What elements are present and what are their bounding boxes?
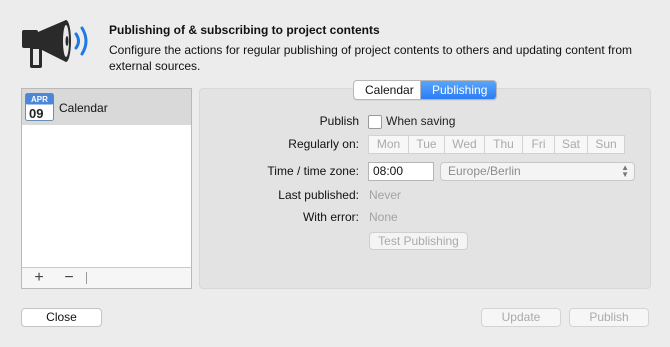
svg-text:APR: APR — [31, 95, 48, 104]
dialog-title: Publishing of & subscribing to project c… — [109, 23, 380, 37]
dialog-description: Configure the actions for regular publis… — [109, 43, 632, 73]
time-field[interactable]: 08:00 — [368, 162, 434, 181]
test-publishing-button[interactable]: Test Publishing — [369, 232, 468, 250]
publish-button[interactable]: Publish — [569, 308, 649, 327]
time-label: Time / time zone: — [267, 164, 359, 178]
regularly-on-label: Regularly on: — [288, 137, 359, 151]
publish-label: Publish — [319, 114, 359, 128]
weekday-selector: Mon Tue Wed Thu Fri Sat Sun — [368, 135, 625, 154]
day-sun[interactable]: Sun — [587, 135, 625, 154]
day-tue[interactable]: Tue — [408, 135, 445, 154]
when-saving-label[interactable]: When saving — [386, 114, 455, 128]
calendar-icon: APR 09 — [25, 93, 54, 121]
day-mon[interactable]: Mon — [368, 135, 409, 154]
timezone-select[interactable]: Europe/Berlin ▲ ▼ — [440, 162, 635, 181]
day-wed[interactable]: Wed — [444, 135, 485, 154]
megaphone-icon — [22, 20, 88, 68]
add-button[interactable]: + — [28, 269, 50, 287]
timezone-value: Europe/Berlin — [448, 164, 521, 178]
close-button[interactable]: Close — [21, 308, 102, 327]
day-thu[interactable]: Thu — [484, 135, 523, 154]
list-item-calendar[interactable]: APR 09 Calendar — [22, 89, 191, 125]
update-button[interactable]: Update — [481, 308, 561, 327]
day-fri[interactable]: Fri — [522, 135, 555, 154]
source-list: APR 09 Calendar + − — [21, 88, 192, 289]
toolbar-divider — [86, 272, 87, 284]
list-toolbar: + − — [22, 267, 191, 288]
list-item-label: Calendar — [59, 101, 108, 115]
tab-bar: Calendar Publishing — [353, 80, 497, 100]
with-error-label: With error: — [302, 210, 359, 224]
updown-arrows-icon: ▲ ▼ — [621, 163, 629, 179]
last-published-value: Never — [369, 188, 402, 202]
day-sat[interactable]: Sat — [554, 135, 588, 154]
with-error-value: None — [369, 210, 398, 224]
tab-calendar[interactable]: Calendar — [354, 81, 421, 99]
remove-button[interactable]: − — [58, 269, 80, 287]
tab-publishing[interactable]: Publishing — [421, 81, 496, 99]
svg-text:09: 09 — [29, 106, 43, 121]
when-saving-checkbox[interactable] — [368, 115, 382, 129]
last-published-label: Last published: — [278, 188, 359, 202]
